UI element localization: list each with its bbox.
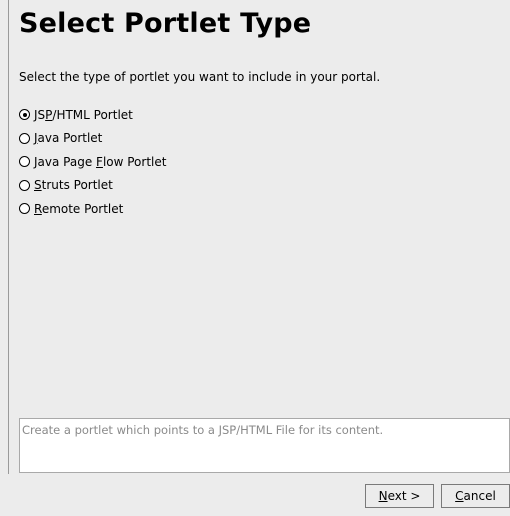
cancel-button[interactable]: Cancel (441, 484, 510, 508)
option-label: JSP/HTML Portlet (34, 107, 133, 122)
portlet-type-radio-group: JSP/HTML Portlet Java Portlet Java Page … (19, 103, 166, 221)
cancel-button-label: Cancel (455, 489, 496, 503)
option-label: Struts Portlet (34, 178, 113, 193)
radio-java-page-flow-portlet[interactable]: Java Page Flow Portlet (19, 150, 166, 174)
radio-java-portlet[interactable]: Java Portlet (19, 127, 166, 151)
radio-remote-portlet[interactable]: Remote Portlet (19, 197, 166, 221)
select-portlet-type-dialog: Select Portlet Type Select the type of p… (0, 0, 510, 516)
radio-button[interactable] (19, 203, 30, 215)
option-label: Remote Portlet (34, 201, 124, 216)
option-label: Java Portlet (34, 131, 103, 146)
radio-button[interactable] (19, 156, 30, 168)
radio-button[interactable] (19, 109, 30, 121)
next-button-label: Next > (378, 489, 421, 503)
page-title: Select Portlet Type (19, 8, 312, 39)
next-button[interactable]: Next > (365, 484, 434, 508)
portlet-description-text: Create a portlet which points to a JSP/H… (22, 423, 384, 437)
instruction-text: Select the type of portlet you want to i… (19, 70, 381, 84)
radio-button[interactable] (19, 179, 30, 191)
option-label: Java Page Flow Portlet (34, 154, 167, 169)
description-box: Create a portlet which points to a JSP/H… (19, 418, 510, 473)
radio-selected-dot (22, 112, 27, 117)
radio-jsp-html-portlet[interactable]: JSP/HTML Portlet (19, 103, 166, 127)
radio-struts-portlet[interactable]: Struts Portlet (19, 174, 166, 198)
radio-button[interactable] (19, 132, 30, 144)
left-border (8, 0, 9, 474)
